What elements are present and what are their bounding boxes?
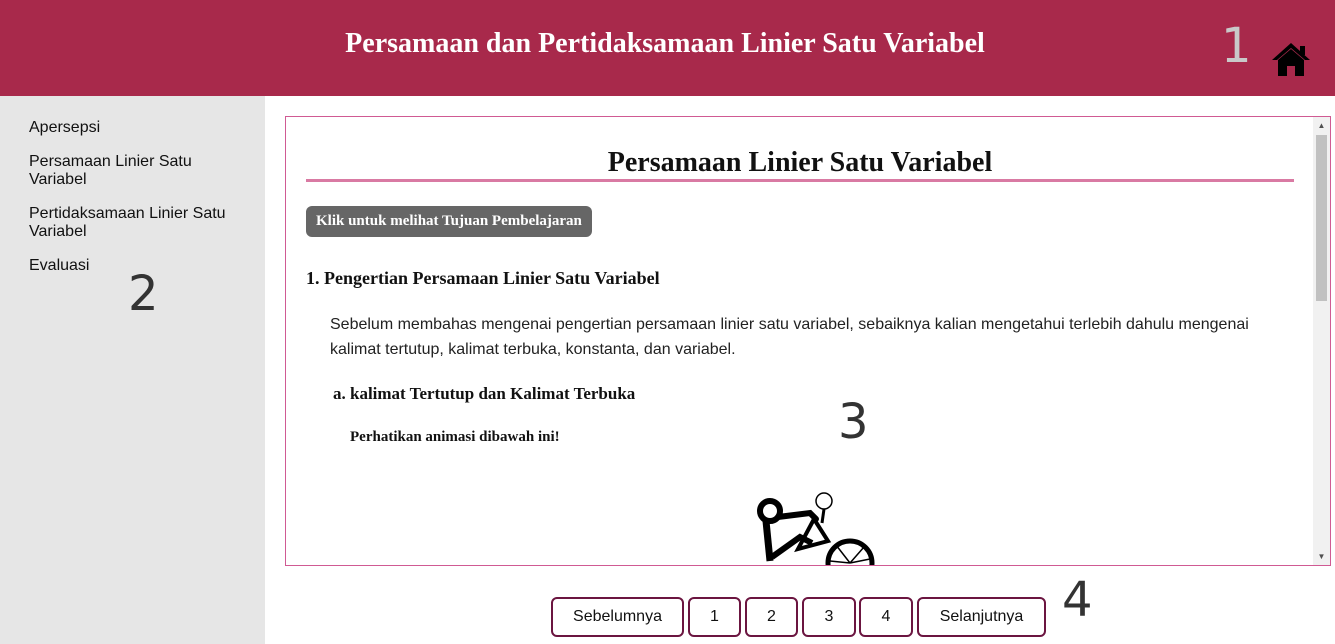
sidebar-item-persamaan-linier[interactable]: Persamaan Linier Satu Variabel	[29, 153, 249, 189]
section-title: 1. Pengertian Persamaan Linier Satu Vari…	[306, 268, 660, 288]
heading-divider	[306, 179, 1294, 182]
content-heading: Persamaan Linier Satu Variabel	[607, 147, 993, 178]
sidebar: Apersepsi Persamaan Linier Satu Variabel…	[0, 96, 265, 644]
content-scrollbar[interactable]: ▲ ▼	[1313, 117, 1330, 565]
page-title: Persamaan dan Pertidaksamaan Linier Satu…	[345, 28, 985, 59]
app-header: Persamaan dan Pertidaksamaan Linier Satu…	[0, 0, 1335, 96]
sidebar-item-pertidaksamaan-linier[interactable]: Pertidaksamaan Linier Satu Variabel	[29, 205, 249, 241]
annotation-marker-1: 1	[1221, 18, 1252, 74]
cyclist-animation	[752, 489, 882, 565]
animation-note: Perhatikan animasi dibawah ini!	[350, 429, 560, 445]
page-2-button[interactable]: 2	[745, 597, 798, 637]
sidebar-item-apersepsi[interactable]: Apersepsi	[29, 119, 249, 137]
annotation-marker-2: 2	[128, 266, 159, 322]
annotation-marker-3: 3	[838, 394, 869, 450]
page-3-button[interactable]: 3	[802, 597, 856, 637]
scroll-up-arrow-icon[interactable]: ▲	[1313, 117, 1330, 134]
previous-button[interactable]: Sebelumnya	[551, 597, 684, 637]
scroll-thumb[interactable]	[1316, 135, 1327, 301]
learning-goals-button[interactable]: Klik untuk melihat Tujuan Pembelajaran	[306, 206, 592, 237]
content-panel: Persamaan Linier Satu Variabel Klik untu…	[285, 116, 1331, 566]
scroll-down-arrow-icon[interactable]: ▼	[1313, 548, 1330, 565]
next-button[interactable]: Selanjutnya	[917, 597, 1046, 637]
page-4-button[interactable]: 4	[859, 597, 913, 637]
home-icon[interactable]	[1270, 40, 1312, 78]
subsection-title: a. kalimat Tertutup dan Kalimat Terbuka	[333, 384, 636, 403]
annotation-marker-4: 4	[1062, 572, 1093, 628]
page-1-button[interactable]: 1	[688, 597, 741, 637]
intro-paragraph: Sebelum membahas mengenai pengertian per…	[330, 316, 1249, 358]
